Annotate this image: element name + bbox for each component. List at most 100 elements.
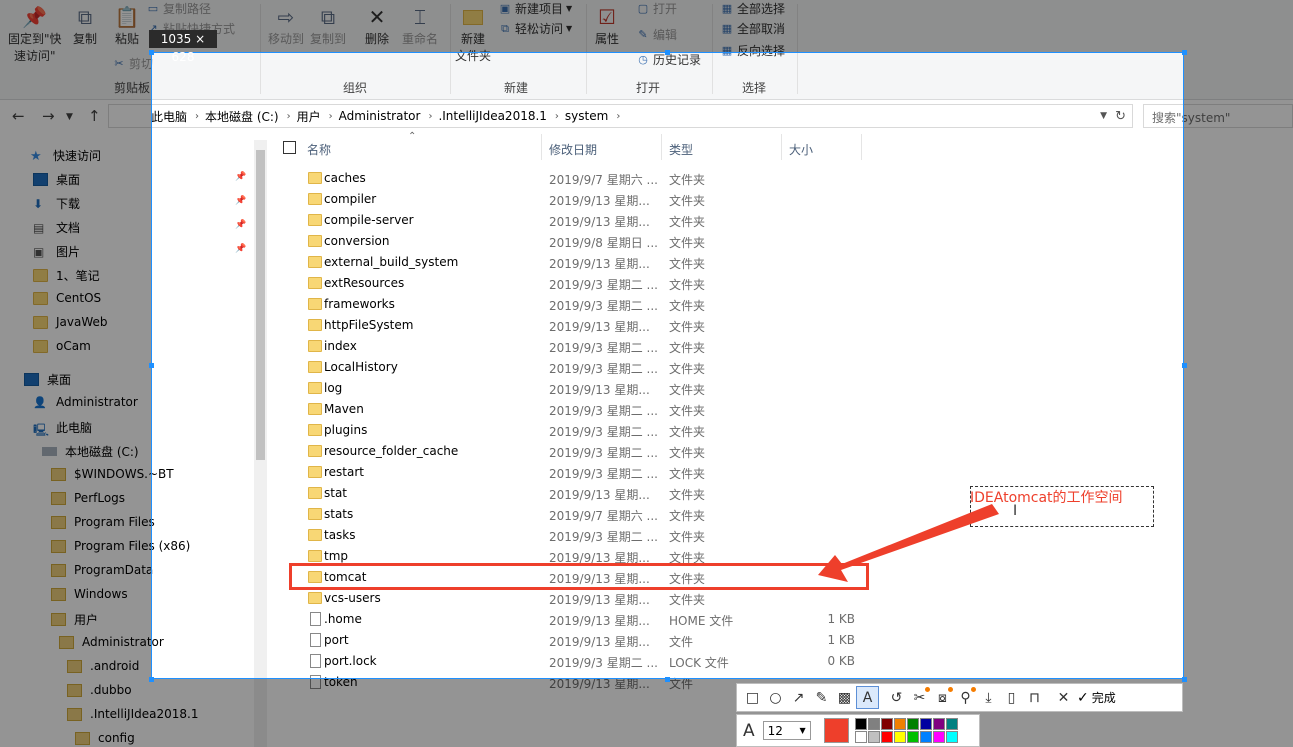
- resize-handle[interactable]: [1182, 677, 1187, 682]
- new-folder-button[interactable]: 新建 文件夹: [455, 4, 491, 64]
- arrow-icon[interactable]: ↗: [787, 686, 810, 709]
- select-none-button[interactable]: ▦ 全部取消: [720, 20, 785, 37]
- file-row[interactable]: frameworks 2019/9/3 星期二 ... 文件夹: [280, 294, 880, 315]
- annotation-text[interactable]: IDEAtomcat的工作空间: [970, 487, 1123, 507]
- save-icon[interactable]: ⤓: [977, 686, 1000, 709]
- file-row[interactable]: plugins 2019/9/3 星期二 ... 文件夹: [280, 420, 880, 441]
- chevron-right-icon[interactable]: ›: [616, 111, 620, 122]
- highlight-rectangle[interactable]: [289, 563, 869, 590]
- column-divider[interactable]: [541, 134, 542, 160]
- nav-item[interactable]: ProgramData: [51, 563, 153, 577]
- file-row[interactable]: port 2019/9/13 星期... 文件 1 KB: [280, 630, 880, 651]
- nav-item[interactable]: Windows: [51, 587, 128, 601]
- move-to-button[interactable]: ⇨ 移动到: [268, 4, 304, 47]
- chevron-right-icon[interactable]: ›: [555, 111, 559, 122]
- file-row[interactable]: Maven 2019/9/3 星期二 ... 文件夹: [280, 399, 880, 420]
- file-row[interactable]: conversion 2019/9/8 星期日 ... 文件夹: [280, 231, 880, 252]
- color-swatch[interactable]: [867, 718, 880, 730]
- file-row[interactable]: extResources 2019/9/3 星期二 ... 文件夹: [280, 273, 880, 294]
- color-swatch[interactable]: [945, 731, 958, 743]
- edit-button[interactable]: ✎ 编辑: [636, 26, 677, 43]
- copy-to-button[interactable]: ⧉ 复制到: [310, 4, 346, 47]
- breadcrumb-system[interactable]: system: [565, 109, 608, 123]
- nav-item[interactable]: 桌面: [24, 371, 71, 388]
- properties-button[interactable]: ☑ 属性: [594, 4, 620, 47]
- undo-icon[interactable]: ↺: [885, 686, 908, 709]
- back-icon[interactable]: ←: [12, 107, 25, 125]
- rectangle-icon[interactable]: □: [741, 686, 764, 709]
- invert-selection-button[interactable]: ▦ 反向选择: [720, 42, 785, 59]
- delete-button[interactable]: ✕ 删除: [364, 4, 390, 47]
- file-row[interactable]: port.lock 2019/9/3 星期二 ... LOCK 文件 0 KB: [280, 651, 880, 672]
- column-divider[interactable]: [781, 134, 782, 160]
- nav-item[interactable]: PerfLogs: [51, 491, 125, 505]
- nav-item[interactable]: Program Files: [51, 515, 155, 529]
- nav-item[interactable]: 🖳 此电脑: [33, 419, 92, 437]
- file-row[interactable]: resource_folder_cache 2019/9/3 星期二 ... 文件夹: [280, 441, 880, 462]
- mosaic-icon[interactable]: ▩: [833, 686, 856, 709]
- file-row[interactable]: httpFileSystem 2019/9/13 星期... 文件夹: [280, 315, 880, 336]
- resize-handle[interactable]: [1182, 363, 1187, 368]
- copy-icon[interactable]: ▯: [1000, 686, 1023, 709]
- nav-item[interactable]: .dubbo: [67, 683, 132, 697]
- pencil-icon[interactable]: ✎: [810, 686, 833, 709]
- text-icon[interactable]: A: [856, 686, 879, 709]
- nav-item[interactable]: Administrator: [59, 635, 164, 649]
- file-row[interactable]: .home 2019/9/13 星期... HOME 文件 1 KB: [280, 609, 880, 630]
- chevron-right-icon[interactable]: ›: [428, 111, 432, 122]
- ocr-icon[interactable]: ⧇: [931, 686, 954, 709]
- color-swatch[interactable]: [919, 731, 932, 743]
- color-swatch[interactable]: [893, 731, 906, 743]
- resize-handle[interactable]: [149, 50, 154, 55]
- resize-handle[interactable]: [149, 677, 154, 682]
- nav-item[interactable]: ★ 快速访问: [30, 147, 101, 164]
- open-button[interactable]: ▢ 打开: [636, 0, 677, 17]
- nav-item[interactable]: JavaWeb: [33, 315, 108, 329]
- nav-item[interactable]: ⬇ 下载: [33, 195, 80, 212]
- done-button[interactable]: ✓ 完成: [1077, 689, 1116, 706]
- nav-item[interactable]: $WINDOWS.~BT: [51, 467, 174, 481]
- nav-item[interactable]: ▤ 文档: [33, 219, 80, 236]
- nav-item[interactable]: .IntelliJIdea2018.1: [67, 707, 198, 721]
- pin-icon[interactable]: 📌: [235, 196, 246, 206]
- nav-item[interactable]: Program Files (x86): [51, 539, 190, 553]
- forward-icon[interactable]: →: [42, 107, 55, 125]
- chevron-right-icon[interactable]: ›: [287, 111, 291, 122]
- bookmark-icon[interactable]: ⊓: [1023, 686, 1046, 709]
- file-row[interactable]: compiler 2019/9/13 星期... 文件夹: [280, 189, 880, 210]
- file-row[interactable]: LocalHistory 2019/9/3 星期二 ... 文件夹: [280, 357, 880, 378]
- ellipse-icon[interactable]: ○: [764, 686, 787, 709]
- chevron-right-icon[interactable]: ›: [329, 111, 333, 122]
- pin-icon[interactable]: 📌: [235, 172, 246, 182]
- breadcrumb-users[interactable]: 用户: [297, 108, 321, 125]
- copy-button[interactable]: ⧉ 复制: [72, 4, 98, 47]
- column-divider[interactable]: [661, 134, 662, 160]
- nav-scrollbar[interactable]: [254, 140, 267, 747]
- color-swatch[interactable]: [932, 731, 945, 743]
- resize-handle[interactable]: [665, 677, 670, 682]
- nav-item[interactable]: 👤 Administrator: [33, 395, 138, 409]
- rename-button[interactable]: ⌶ 重命名: [402, 4, 438, 47]
- column-name[interactable]: 名称: [307, 141, 331, 158]
- nav-item[interactable]: 1、笔记: [33, 267, 100, 284]
- file-row[interactable]: vcs-users 2019/9/13 星期... 文件夹: [280, 588, 880, 609]
- nav-item[interactable]: ▣ 图片: [33, 243, 80, 260]
- nav-item[interactable]: .android: [67, 659, 139, 673]
- color-swatch[interactable]: [854, 718, 867, 730]
- pin-icon[interactable]: 📌: [235, 220, 246, 230]
- column-size[interactable]: 大小: [789, 141, 813, 158]
- breadcrumb-intellij[interactable]: .IntelliJIdea2018.1: [438, 109, 546, 123]
- new-item-button[interactable]: ▣ 新建项目 ▼: [498, 0, 572, 17]
- color-swatch[interactable]: [945, 718, 958, 730]
- recent-locations-icon[interactable]: ▼: [66, 112, 73, 122]
- address-history-dropdown-icon[interactable]: ▼: [1100, 111, 1107, 121]
- resize-handle[interactable]: [1182, 50, 1187, 55]
- scrollbar-thumb[interactable]: [256, 150, 265, 460]
- column-type[interactable]: 类型: [669, 141, 693, 158]
- font-size-select[interactable]: 12 ▼: [762, 721, 811, 740]
- search-input[interactable]: 搜索"system": [1143, 104, 1293, 128]
- file-row[interactable]: index 2019/9/3 星期二 ... 文件夹: [280, 336, 880, 357]
- cut-icon[interactable]: ✂: [908, 686, 931, 709]
- resize-handle[interactable]: [149, 363, 154, 368]
- pin-icon[interactable]: 📌: [235, 244, 246, 254]
